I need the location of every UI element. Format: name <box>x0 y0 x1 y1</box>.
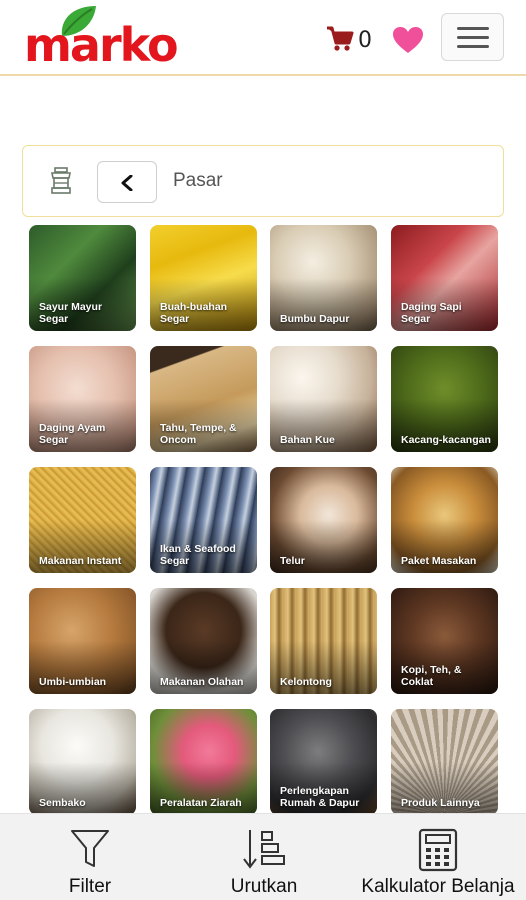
category-label: Makanan Olahan <box>160 676 244 688</box>
category-label: Ikan & Seafood Segar <box>160 543 236 567</box>
category-tile-umbi-umbian[interactable]: Umbi-umbian <box>29 588 136 694</box>
category-grid: Sayur Mayur Segar Buah-buahan Segar Bumb… <box>29 225 499 815</box>
cart-icon[interactable] <box>326 26 354 52</box>
category-tile-makanan-olahan[interactable]: Makanan Olahan <box>150 588 257 694</box>
category-label: Kacang-kacangan <box>401 434 491 446</box>
sort-icon <box>243 830 285 869</box>
calculator-label: Kalkulator Belanja <box>361 876 515 897</box>
category-tile-sayur-mayur[interactable]: Sayur Mayur Segar <box>29 225 136 331</box>
category-label: Peralatan Ziarah <box>160 797 242 809</box>
category-label: Bumbu Dapur <box>280 313 350 325</box>
category-tile-makanan-instant[interactable]: Makanan Instant <box>29 467 136 573</box>
breadcrumb-label: Pasar <box>173 170 223 191</box>
breadcrumb: Pasar <box>22 145 504 217</box>
category-tile-ikan-seafood[interactable]: Ikan & Seafood Segar <box>150 467 257 573</box>
category-label: Bahan Kue <box>280 434 335 446</box>
category-label: Produk Lainnya <box>401 797 480 809</box>
category-tile-daging-ayam[interactable]: Daging Ayam Segar <box>29 346 136 452</box>
marko-logo[interactable]: marko <box>24 4 179 74</box>
chevron-left-icon <box>121 175 133 191</box>
category-label: Telur <box>280 555 305 567</box>
category-tile-daging-sapi[interactable]: Daging Sapi Segar <box>391 225 498 331</box>
filter-label: Filter <box>68 876 112 897</box>
category-tile-perlengkapan-rumah[interactable]: Perlengkapan Rumah & Dapur <box>270 709 377 815</box>
category-label: Kelontong <box>280 676 332 688</box>
category-tile-sembako[interactable]: Sembako <box>29 709 136 815</box>
shopping-calculator-button[interactable]: Kalkulator Belanja <box>352 814 524 900</box>
back-button[interactable] <box>97 161 157 203</box>
menu-bar-icon <box>457 27 489 30</box>
category-tile-paket-masakan[interactable]: Paket Masakan <box>391 467 498 573</box>
category-tile-buah-buahan[interactable]: Buah-buahan Segar <box>150 225 257 331</box>
category-label: Sembako <box>39 797 86 809</box>
category-label: Paket Masakan <box>401 555 477 567</box>
menu-bar-icon <box>457 36 489 39</box>
market-stall-icon <box>51 167 71 194</box>
logo-text: marko <box>24 18 179 72</box>
category-label: Makanan Instant <box>39 555 122 567</box>
category-tile-telur[interactable]: Telur <box>270 467 377 573</box>
bottom-action-bar: Filter Urutkan Kalkulator Belanja <box>0 813 526 900</box>
cart-count: 0 <box>358 28 372 53</box>
category-label: Perlengkapan Rumah & Dapur <box>280 785 360 809</box>
calculator-icon <box>418 828 458 872</box>
category-tile-kacang[interactable]: Kacang-kacangan <box>391 346 498 452</box>
category-tile-bumbu-dapur[interactable]: Bumbu Dapur <box>270 225 377 331</box>
category-label: Buah-buahan Segar <box>160 301 228 325</box>
sort-button[interactable]: Urutkan <box>214 814 314 900</box>
filter-button[interactable]: Filter <box>40 814 140 900</box>
category-label: Umbi-umbian <box>39 676 107 688</box>
category-label: Daging Ayam Segar <box>39 422 106 446</box>
category-label: Tahu, Tempe, & Oncom <box>160 422 237 446</box>
category-tile-produk-lainnya[interactable]: Produk Lainnya <box>391 709 498 815</box>
category-tile-kopi-teh-coklat[interactable]: Kopi, Teh, & Coklat <box>391 588 498 694</box>
hamburger-menu-button[interactable] <box>441 13 504 61</box>
category-tile-kelontong[interactable]: Kelontong <box>270 588 377 694</box>
category-tile-bahan-kue[interactable]: Bahan Kue <box>270 346 377 452</box>
wishlist-heart-icon[interactable] <box>392 26 424 54</box>
category-tile-tahu-tempe[interactable]: Tahu, Tempe, & Oncom <box>150 346 257 452</box>
category-tile-peralatan-ziarah[interactable]: Peralatan Ziarah <box>150 709 257 815</box>
category-label: Sayur Mayur Segar <box>39 301 103 325</box>
app-header: marko 0 <box>0 0 526 76</box>
category-label: Kopi, Teh, & Coklat <box>401 664 462 688</box>
menu-bar-icon <box>457 45 489 48</box>
category-label: Daging Sapi Segar <box>401 301 462 325</box>
funnel-icon <box>71 830 109 867</box>
sort-label: Urutkan <box>230 876 298 897</box>
